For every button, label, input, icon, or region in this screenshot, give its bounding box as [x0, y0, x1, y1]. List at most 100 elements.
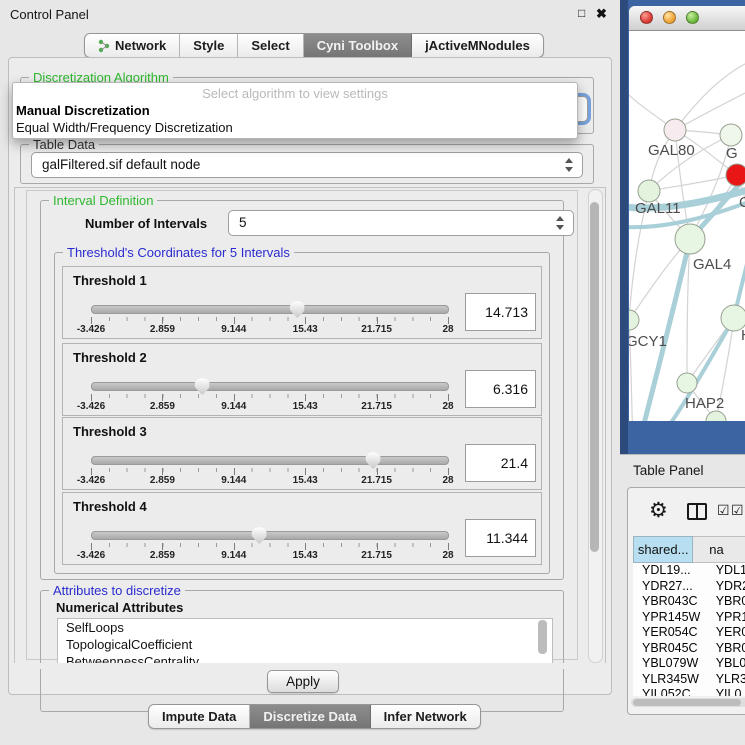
network-node-g[interactable] [720, 124, 742, 146]
tab-impute-data[interactable]: Impute Data [149, 705, 250, 728]
cell-name[interactable]: YDL1 [716, 563, 745, 579]
table-row[interactable]: YPR145WYPR1 [633, 610, 745, 626]
network-node-gcy1[interactable] [629, 310, 639, 330]
cell-shared-name[interactable]: YDL19... [633, 563, 716, 579]
dropdown-option-equal-width-frequency[interactable]: Equal Width/Frequency Discretization [13, 119, 577, 136]
cell-shared-name[interactable]: YBL079W [633, 656, 716, 672]
network-node-gal11[interactable] [638, 180, 660, 202]
combo-stepper-icon [564, 157, 573, 173]
cell-shared-name[interactable]: YBR043C [633, 594, 716, 610]
network-edge[interactable] [675, 89, 745, 130]
network-edge[interactable] [690, 135, 731, 239]
dropdown-placeholder-item[interactable]: Select algorithm to view settings [13, 85, 577, 102]
slider-thumb[interactable] [366, 452, 381, 469]
minimize-traffic-light-icon[interactable] [663, 11, 676, 24]
network-svg: GAL80GCGAL11GAL4GCY1HHAP2 [629, 31, 745, 421]
table-header-row: shared... na [633, 536, 745, 563]
cell-name[interactable]: YLR3 [716, 672, 745, 688]
tab-style[interactable]: Style [180, 34, 238, 57]
threshold-4-value-input[interactable]: 11.344 [465, 519, 536, 557]
horizontal-scrollbar-thumb[interactable] [633, 699, 741, 706]
float-panel-icon[interactable]: □ [578, 6, 585, 20]
threshold-2-slider[interactable] [91, 382, 449, 391]
attribute-list-item[interactable]: SelfLoops [58, 619, 552, 636]
close-panel-icon[interactable]: ✖ [596, 6, 607, 22]
cell-shared-name[interactable]: YBR045C [633, 641, 716, 657]
threshold-1-label: Threshold 1 [73, 273, 147, 288]
column-header-name[interactable]: na [693, 536, 745, 563]
cell-name[interactable]: YBL0 [716, 656, 745, 672]
network-edge[interactable] [675, 61, 745, 130]
control-panel-titlebar: Control Panel □ ✖ [0, 0, 620, 28]
dropdown-option-manual-discretization[interactable]: Manual Discretization [13, 102, 577, 119]
tab-cyni-toolbox[interactable]: Cyni Toolbox [304, 34, 412, 57]
slider-ticks [91, 317, 448, 324]
attribute-list-item[interactable]: TopologicalCoefficient [58, 636, 552, 653]
network-node-hap2[interactable] [677, 373, 697, 393]
table-toolbar: ⚙ ☑ ☑ [628, 488, 745, 536]
cell-name[interactable]: YER0 [716, 625, 745, 641]
threshold-3-value-input[interactable]: 21.4 [465, 444, 536, 482]
slider-thumb[interactable] [195, 378, 210, 395]
settings-gear-icon[interactable]: ⚙ [649, 498, 668, 523]
table-row[interactable]: YLR345WYLR3 [633, 672, 745, 688]
number-of-intervals-combobox[interactable]: 5 [228, 210, 574, 236]
column-header-shared-name[interactable]: shared... [633, 536, 693, 563]
vertical-scrollbar-thumb[interactable] [590, 202, 599, 552]
zoom-traffic-light-icon[interactable] [686, 11, 699, 24]
table-row[interactable]: YER054CYER0 [633, 625, 745, 641]
network-node-gal4[interactable] [675, 224, 705, 254]
tab-select[interactable]: Select [238, 34, 303, 57]
select-none-checkbox-icon[interactable]: ☑ [731, 502, 744, 519]
threshold-3-label: Threshold 3 [73, 424, 147, 439]
threshold-4-label: Threshold 4 [73, 499, 147, 514]
cell-shared-name[interactable]: YLR345W [633, 672, 716, 688]
network-node-c[interactable] [726, 164, 745, 186]
numerical-attributes-list[interactable]: SelfLoopsTopologicalCoefficientBetweenne… [57, 618, 553, 666]
table-row[interactable]: YIL052CYIL0 [633, 687, 745, 696]
network-edge[interactable] [649, 175, 737, 191]
table-data-group-title: Table Data [29, 137, 99, 152]
threshold-1-value-input[interactable]: 14.713 [465, 293, 536, 331]
cell-shared-name[interactable]: YPR145W [633, 610, 716, 626]
table-row[interactable]: YBL079WYBL0 [633, 656, 745, 672]
threshold-1-slider[interactable] [91, 305, 449, 314]
tab-network-label: Network [115, 38, 166, 53]
network-edge-thick[interactable] [633, 239, 690, 421]
threshold-3-slider[interactable] [91, 456, 449, 465]
cell-shared-name[interactable]: YER054C [633, 625, 716, 641]
threshold-panel-2: Threshold 2 -3.426 2.859 9.144 15.43 21.… [62, 343, 542, 416]
slider-ticks [91, 543, 448, 550]
tab-discretize-data[interactable]: Discretize Data [250, 705, 370, 728]
cell-name[interactable]: YIL0 [716, 687, 745, 696]
threshold-2-value-input[interactable]: 6.316 [465, 370, 536, 408]
select-all-checkbox-icon[interactable]: ☑ [717, 502, 730, 519]
threshold-4-slider[interactable] [91, 531, 449, 540]
network-node-label: HAP2 [685, 395, 724, 412]
tab-infer-network[interactable]: Infer Network [371, 705, 480, 728]
horizontal-scrollbar-track[interactable] [631, 698, 745, 707]
attributes-list-scrollbar[interactable] [538, 620, 547, 654]
apply-button[interactable]: Apply [267, 670, 339, 693]
threshold-2-label: Threshold 2 [73, 350, 147, 365]
table-row[interactable]: YDL19...YDL1 [633, 563, 745, 579]
cell-name[interactable]: YBR0 [716, 641, 745, 657]
slider-thumb[interactable] [252, 527, 267, 544]
column-layout-icon[interactable] [687, 503, 707, 520]
close-traffic-light-icon[interactable] [640, 11, 653, 24]
cell-shared-name[interactable]: YIL052C [633, 687, 716, 696]
slider-thumb[interactable] [290, 301, 305, 318]
network-node-gal80[interactable] [664, 119, 686, 141]
tab-network[interactable]: Network [85, 34, 180, 57]
table-row[interactable]: YDR27...YDR2 [633, 579, 745, 595]
table-data-combobox[interactable]: galFiltered.sif default node [31, 152, 583, 178]
cell-name[interactable]: YBR0 [716, 594, 745, 610]
table-row[interactable]: YBR045CYBR0 [633, 641, 745, 657]
number-of-intervals-value: 5 [239, 215, 247, 230]
cell-name[interactable]: YPR1 [716, 610, 745, 626]
tab-jactivemnodules[interactable]: jActiveMNodules [412, 34, 543, 57]
cell-shared-name[interactable]: YDR27... [633, 579, 716, 595]
table-row[interactable]: YBR043CYBR0 [633, 594, 745, 610]
cell-name[interactable]: YDR2 [716, 579, 745, 595]
network-canvas[interactable]: GAL80GCGAL11GAL4GCY1HHAP2 [629, 31, 745, 421]
